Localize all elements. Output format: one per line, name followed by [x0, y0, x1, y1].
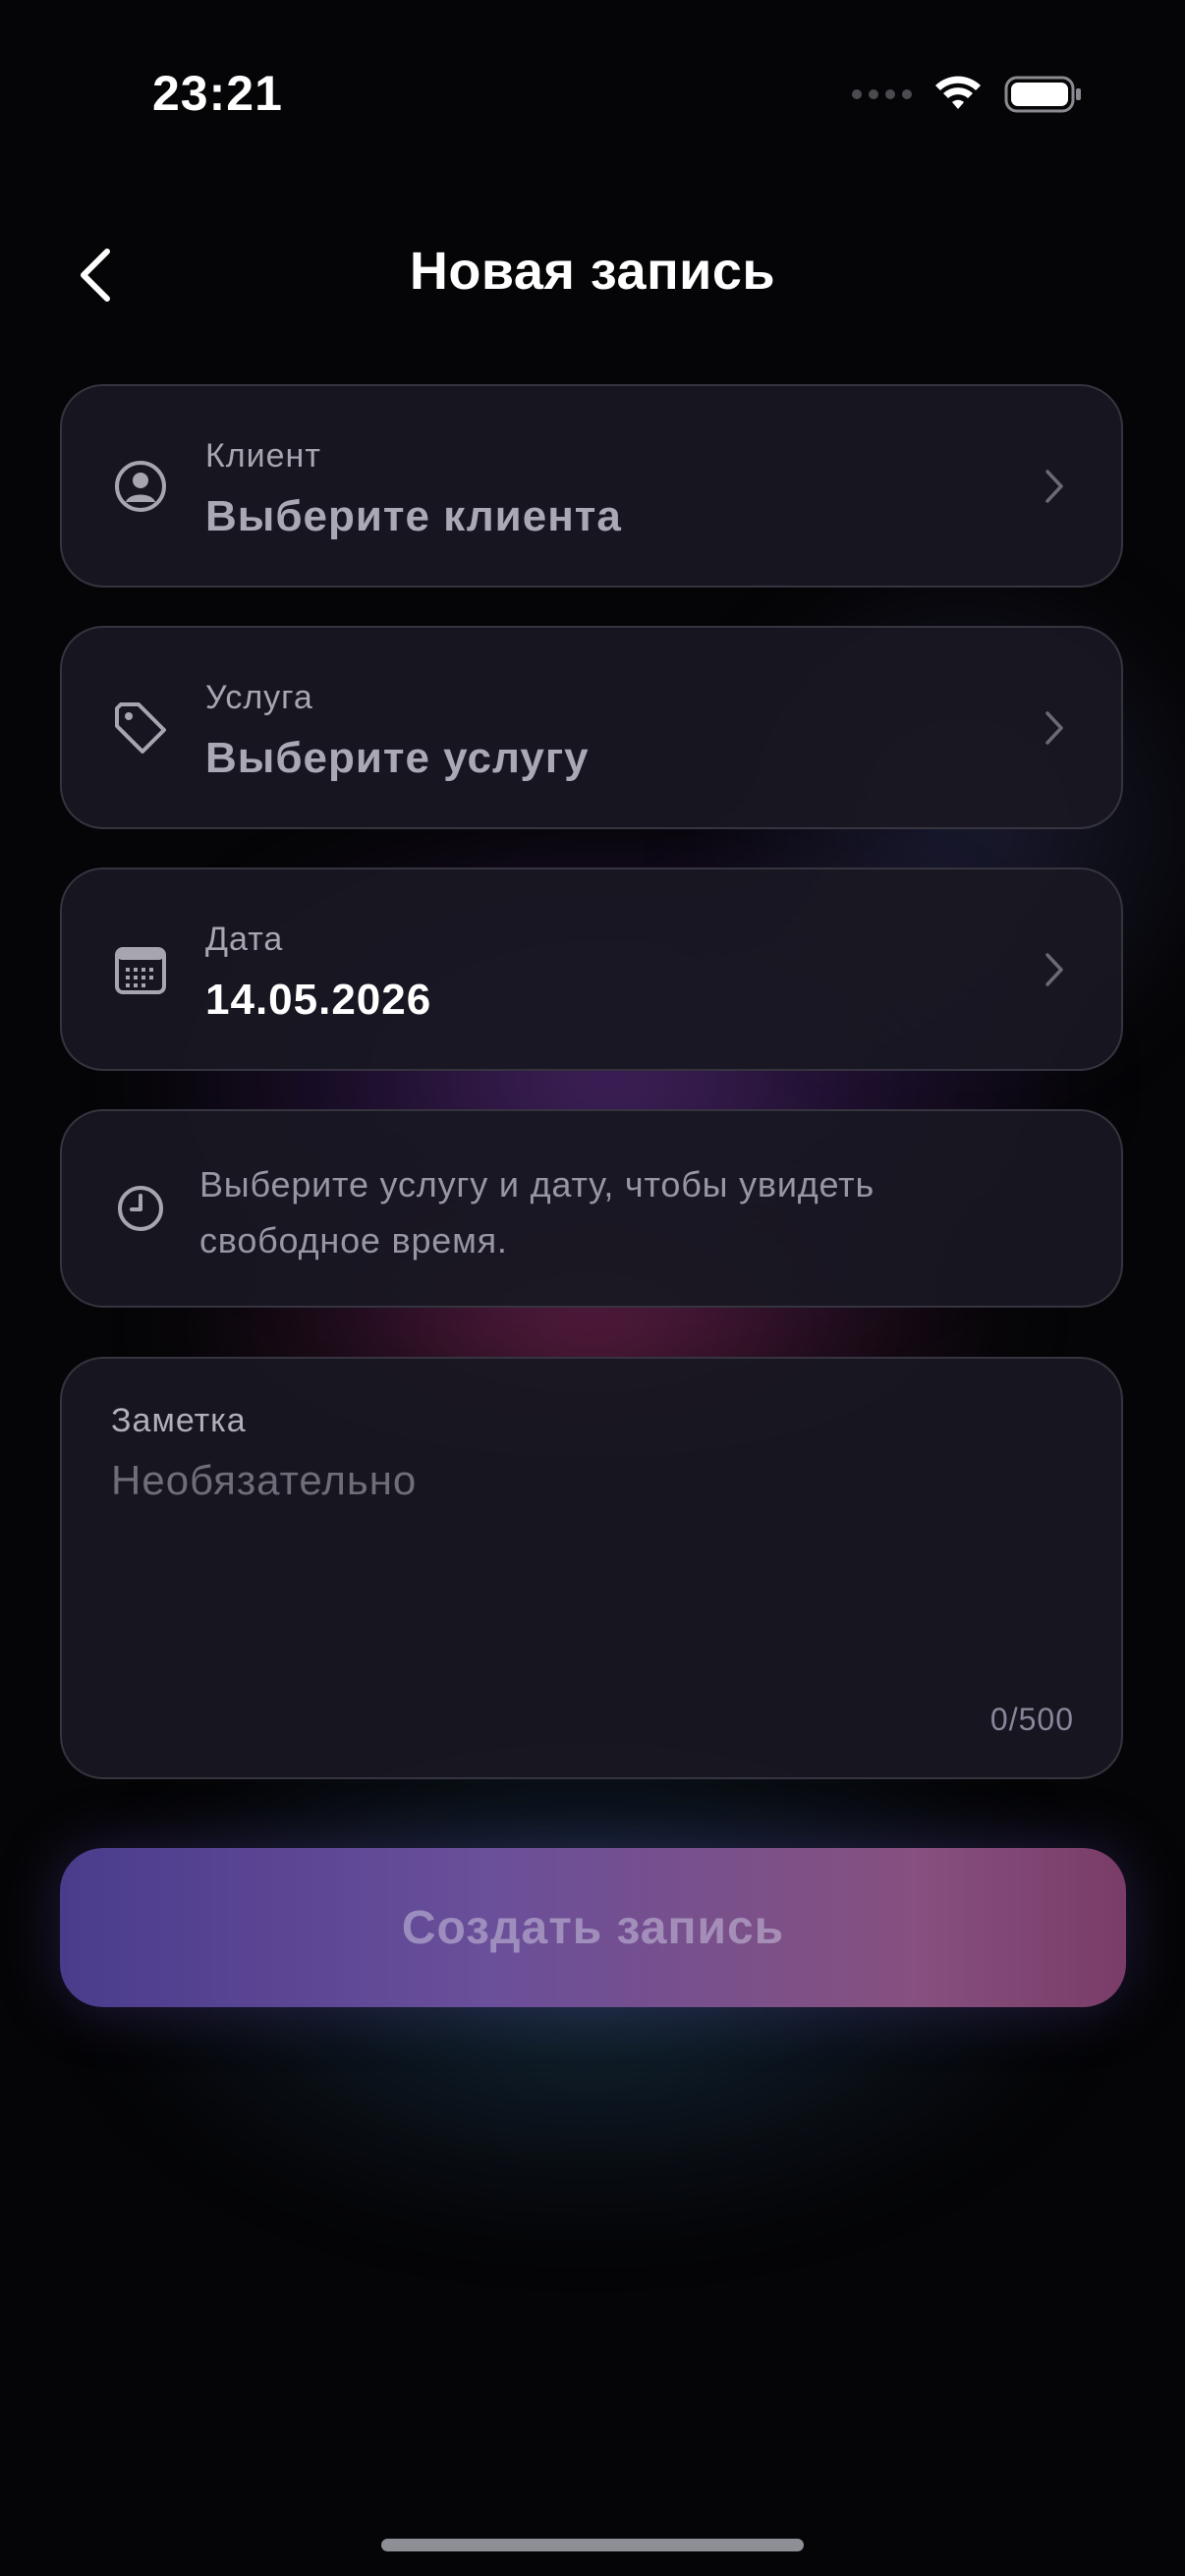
- note-char-counter: 0/500: [989, 1702, 1074, 1737]
- date-value: 14.05.2026: [205, 976, 432, 1024]
- home-indicator[interactable]: [381, 2539, 804, 2551]
- battery-icon: [1004, 76, 1081, 113]
- calendar-icon: [111, 940, 170, 999]
- client-select-row[interactable]: Клиент Выберите клиента: [60, 384, 1123, 588]
- signal-dots-icon: [852, 89, 912, 99]
- note-card: Заметка 0/500: [60, 1357, 1123, 1779]
- create-appointment-button[interactable]: Создать запись: [60, 1848, 1126, 2007]
- clock-icon: [111, 1179, 170, 1238]
- chevron-right-icon: [1043, 708, 1066, 748]
- create-appointment-button-label: Создать запись: [401, 1901, 785, 1954]
- time-slots-hint-text: Выберите услугу и дату, чтобы увидеть св…: [199, 1164, 875, 1260]
- chevron-right-icon: [1043, 950, 1066, 989]
- date-select-row[interactable]: Дата 14.05.2026: [60, 868, 1123, 1071]
- service-label: Услуга: [205, 679, 313, 716]
- client-value: Выберите клиента: [205, 492, 622, 540]
- tag-icon: [111, 699, 170, 757]
- status-time: 23:21: [152, 66, 283, 121]
- page-title: Новая запись: [409, 242, 776, 301]
- wifi-icon: [935, 76, 981, 109]
- client-label: Клиент: [205, 437, 321, 475]
- time-slots-hint: Выберите услугу и дату, чтобы увидеть св…: [60, 1109, 1123, 1308]
- status-icons: [852, 75, 1083, 114]
- note-input[interactable]: [111, 1457, 1074, 1653]
- chevron-right-icon: [1043, 467, 1066, 506]
- screen: 23:21 Новая запись Клиент Выберите клиен…: [0, 0, 1185, 2576]
- note-label: Заметка: [111, 1402, 247, 1439]
- service-select-row[interactable]: Услуга Выберите услугу: [60, 626, 1123, 829]
- user-circle-icon: [111, 457, 170, 516]
- date-label: Дата: [205, 921, 284, 958]
- service-value: Выберите услугу: [205, 734, 590, 782]
